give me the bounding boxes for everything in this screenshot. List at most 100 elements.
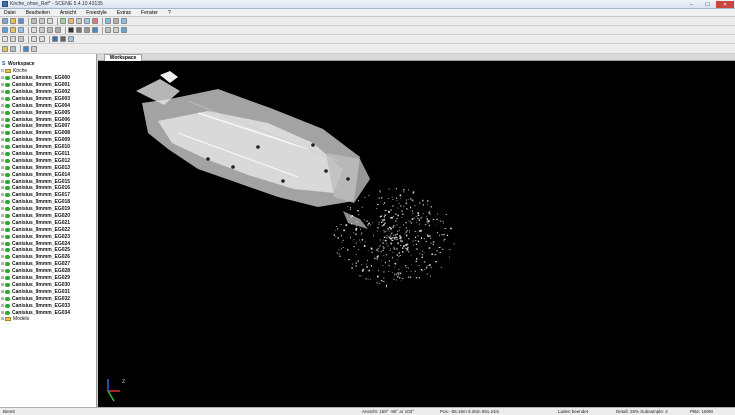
light-icon[interactable] [68, 36, 74, 42]
list-icon[interactable] [10, 45, 16, 52]
black-icon[interactable] [68, 27, 74, 33]
tree-scan-item[interactable]: ⊞ Canisius_9mmm_EG006 [0, 116, 96, 123]
menu-bearbeiten[interactable]: Bearbeiten [26, 10, 50, 16]
tree-scan-item[interactable]: ⊞ Canisius_9mmm_EG019 [0, 206, 96, 213]
plane-icon[interactable] [105, 27, 111, 33]
workspace-icon[interactable] [2, 45, 8, 52]
tree-scan-item[interactable]: ⊞ Canisius_9mmm_EG014 [0, 171, 96, 178]
scan-icon [5, 131, 10, 136]
tree-scan-item[interactable]: ⊞ Canisius_9mmm_EG002 [0, 89, 96, 96]
menu-ansicht[interactable]: Ansicht [60, 10, 76, 16]
toolbar-4 [0, 44, 735, 54]
tree-scan-item[interactable]: ⊞ Canisius_9mmm_EG011 [0, 151, 96, 158]
scan-icon [5, 96, 10, 101]
clip-icon[interactable] [113, 27, 119, 33]
tree-scan-item[interactable]: ⊞ Canisius_9mmm_EG012 [0, 157, 96, 164]
filter-icon[interactable] [68, 18, 74, 24]
tree-scan-item[interactable]: ⊞ Canisius_9mmm_EG017 [0, 192, 96, 199]
folder-icon[interactable] [10, 27, 16, 33]
walk-icon[interactable] [55, 27, 61, 33]
menu-freestyle[interactable]: Freestyle [86, 10, 107, 16]
new-icon[interactable] [2, 18, 8, 24]
cube-icon[interactable] [18, 27, 24, 33]
scan-icon[interactable] [105, 18, 111, 24]
close-button[interactable]: ✕ [716, 1, 734, 8]
tree-scan-item[interactable]: ⊞ Canisius_9mmm_EG000 [0, 75, 96, 82]
scan-label: Canisius_9mmm_EG032 [12, 295, 71, 302]
tree-scan-item[interactable]: ⊞ Canisius_9mmm_EG009 [0, 137, 96, 144]
menu-extras[interactable]: Extras [117, 10, 131, 16]
menu-datei[interactable]: Datei [4, 10, 16, 16]
grid-icon[interactable] [84, 27, 90, 33]
register-icon[interactable] [60, 18, 66, 24]
view-icon[interactable] [84, 18, 90, 24]
maximize-button[interactable]: ☐ [700, 1, 715, 8]
tree-scan-item[interactable]: ⊞ Canisius_9mmm_EG032 [0, 295, 96, 302]
tree-scan-item[interactable]: ⊞ Canisius_9mmm_EG021 [0, 219, 96, 226]
copy-icon[interactable] [39, 18, 45, 24]
open-icon[interactable] [10, 18, 16, 24]
tree-scan-item[interactable]: ⊞ Canisius_9mmm_EG027 [0, 261, 96, 268]
tree-scan-item[interactable]: ⊞ Canisius_9mmm_EG029 [0, 275, 96, 282]
paste-icon[interactable] [47, 18, 53, 24]
tree-scan-item[interactable]: ⊞ Canisius_9mmm_EG013 [0, 164, 96, 171]
minimize-button[interactable]: – [684, 1, 699, 8]
menu-fenster[interactable]: Fenster [141, 10, 158, 16]
area-icon[interactable] [18, 36, 24, 42]
redo-icon[interactable] [39, 36, 45, 42]
scan-icon [5, 179, 10, 184]
menu-help[interactable]: ? [168, 10, 171, 16]
options-icon[interactable] [31, 45, 37, 52]
measure-icon[interactable] [76, 18, 82, 24]
zoom-icon[interactable] [121, 18, 127, 24]
tree-scan-item[interactable]: ⊞ Canisius_9mmm_EG004 [0, 102, 96, 109]
tree-scan-item[interactable]: ⊞ Canisius_9mmm_EG001 [0, 82, 96, 89]
tree-scan-item[interactable]: ⊞ Canisius_9mmm_EG016 [0, 185, 96, 192]
rotate-icon[interactable] [31, 27, 37, 33]
pan-icon[interactable] [39, 27, 45, 33]
select-icon[interactable] [2, 27, 8, 33]
layer-icon[interactable] [92, 27, 98, 33]
tree-scan-item[interactable]: ⊞ Canisius_9mmm_EG020 [0, 213, 96, 220]
cut-icon[interactable] [31, 18, 37, 24]
undo-icon[interactable] [31, 36, 37, 42]
tree-scan-item[interactable]: ⊞ Canisius_9mmm_EG033 [0, 302, 96, 309]
render-icon[interactable] [60, 36, 66, 42]
tree-scan-item[interactable]: ⊞ Canisius_9mmm_EG015 [0, 178, 96, 185]
box-icon[interactable] [52, 36, 58, 42]
3d-viewport[interactable]: Z [98, 61, 735, 407]
tab-workspace[interactable]: Workspace [104, 54, 142, 61]
tree-scan-item[interactable]: ⊞ Canisius_9mmm_EG031 [0, 288, 96, 295]
tree-workspace[interactable]: S Workspace [0, 61, 96, 68]
tree-scan-item[interactable]: ⊞ Canisius_9mmm_EG028 [0, 268, 96, 275]
tree-scan-item[interactable]: ⊞ Canisius_9mmm_EG005 [0, 109, 96, 116]
scan-label: Canisius_9mmm_EG014 [12, 171, 71, 178]
tree-scan-item[interactable]: ⊞ Canisius_9mmm_EG008 [0, 130, 96, 137]
tree-scan-item[interactable]: ⊞ Canisius_9mmm_EG003 [0, 95, 96, 102]
point-icon[interactable] [2, 36, 8, 42]
save-icon[interactable] [18, 18, 24, 24]
tree-scan-item[interactable]: ⊞ Canisius_9mmm_EG023 [0, 233, 96, 240]
tools-icon[interactable] [113, 18, 119, 24]
tree-scan-item[interactable]: ⊞ Canisius_9mmm_EG030 [0, 282, 96, 289]
properties-icon[interactable] [23, 45, 29, 52]
tree-scan-item[interactable]: ⊞ Canisius_9mmm_EG024 [0, 240, 96, 247]
tree-scan-item[interactable]: ⊞ Canisius_9mmm_EG022 [0, 226, 96, 233]
tree-scan-item[interactable]: ⊞ Canisius_9mmm_EG025 [0, 247, 96, 254]
orbit-icon[interactable] [47, 27, 53, 33]
refresh-icon[interactable] [121, 27, 127, 33]
delete-icon[interactable] [92, 18, 98, 24]
tree-project[interactable]: ⊟ Kirche [0, 68, 96, 75]
scan-icon [5, 310, 10, 315]
line-icon[interactable] [10, 36, 16, 42]
scan-label: Canisius_9mmm_EG020 [12, 213, 71, 220]
tree-scan-item[interactable]: ⊞ Canisius_9mmm_EG026 [0, 254, 96, 261]
tree-scan-item[interactable]: ⊞ Canisius_9mmm_EG034 [0, 309, 96, 316]
scan-label: Canisius_9mmm_EG027 [12, 261, 71, 268]
tree-scan-item[interactable]: ⊞ Canisius_9mmm_EG018 [0, 199, 96, 206]
gray-icon[interactable] [76, 27, 82, 33]
tree-models[interactable]: ⊞ Models [0, 316, 96, 323]
tree-scan-item[interactable]: ⊞ Canisius_9mmm_EG007 [0, 123, 96, 130]
tree-scan-item[interactable]: ⊞ Canisius_9mmm_EG010 [0, 144, 96, 151]
scan-icon [5, 83, 10, 88]
